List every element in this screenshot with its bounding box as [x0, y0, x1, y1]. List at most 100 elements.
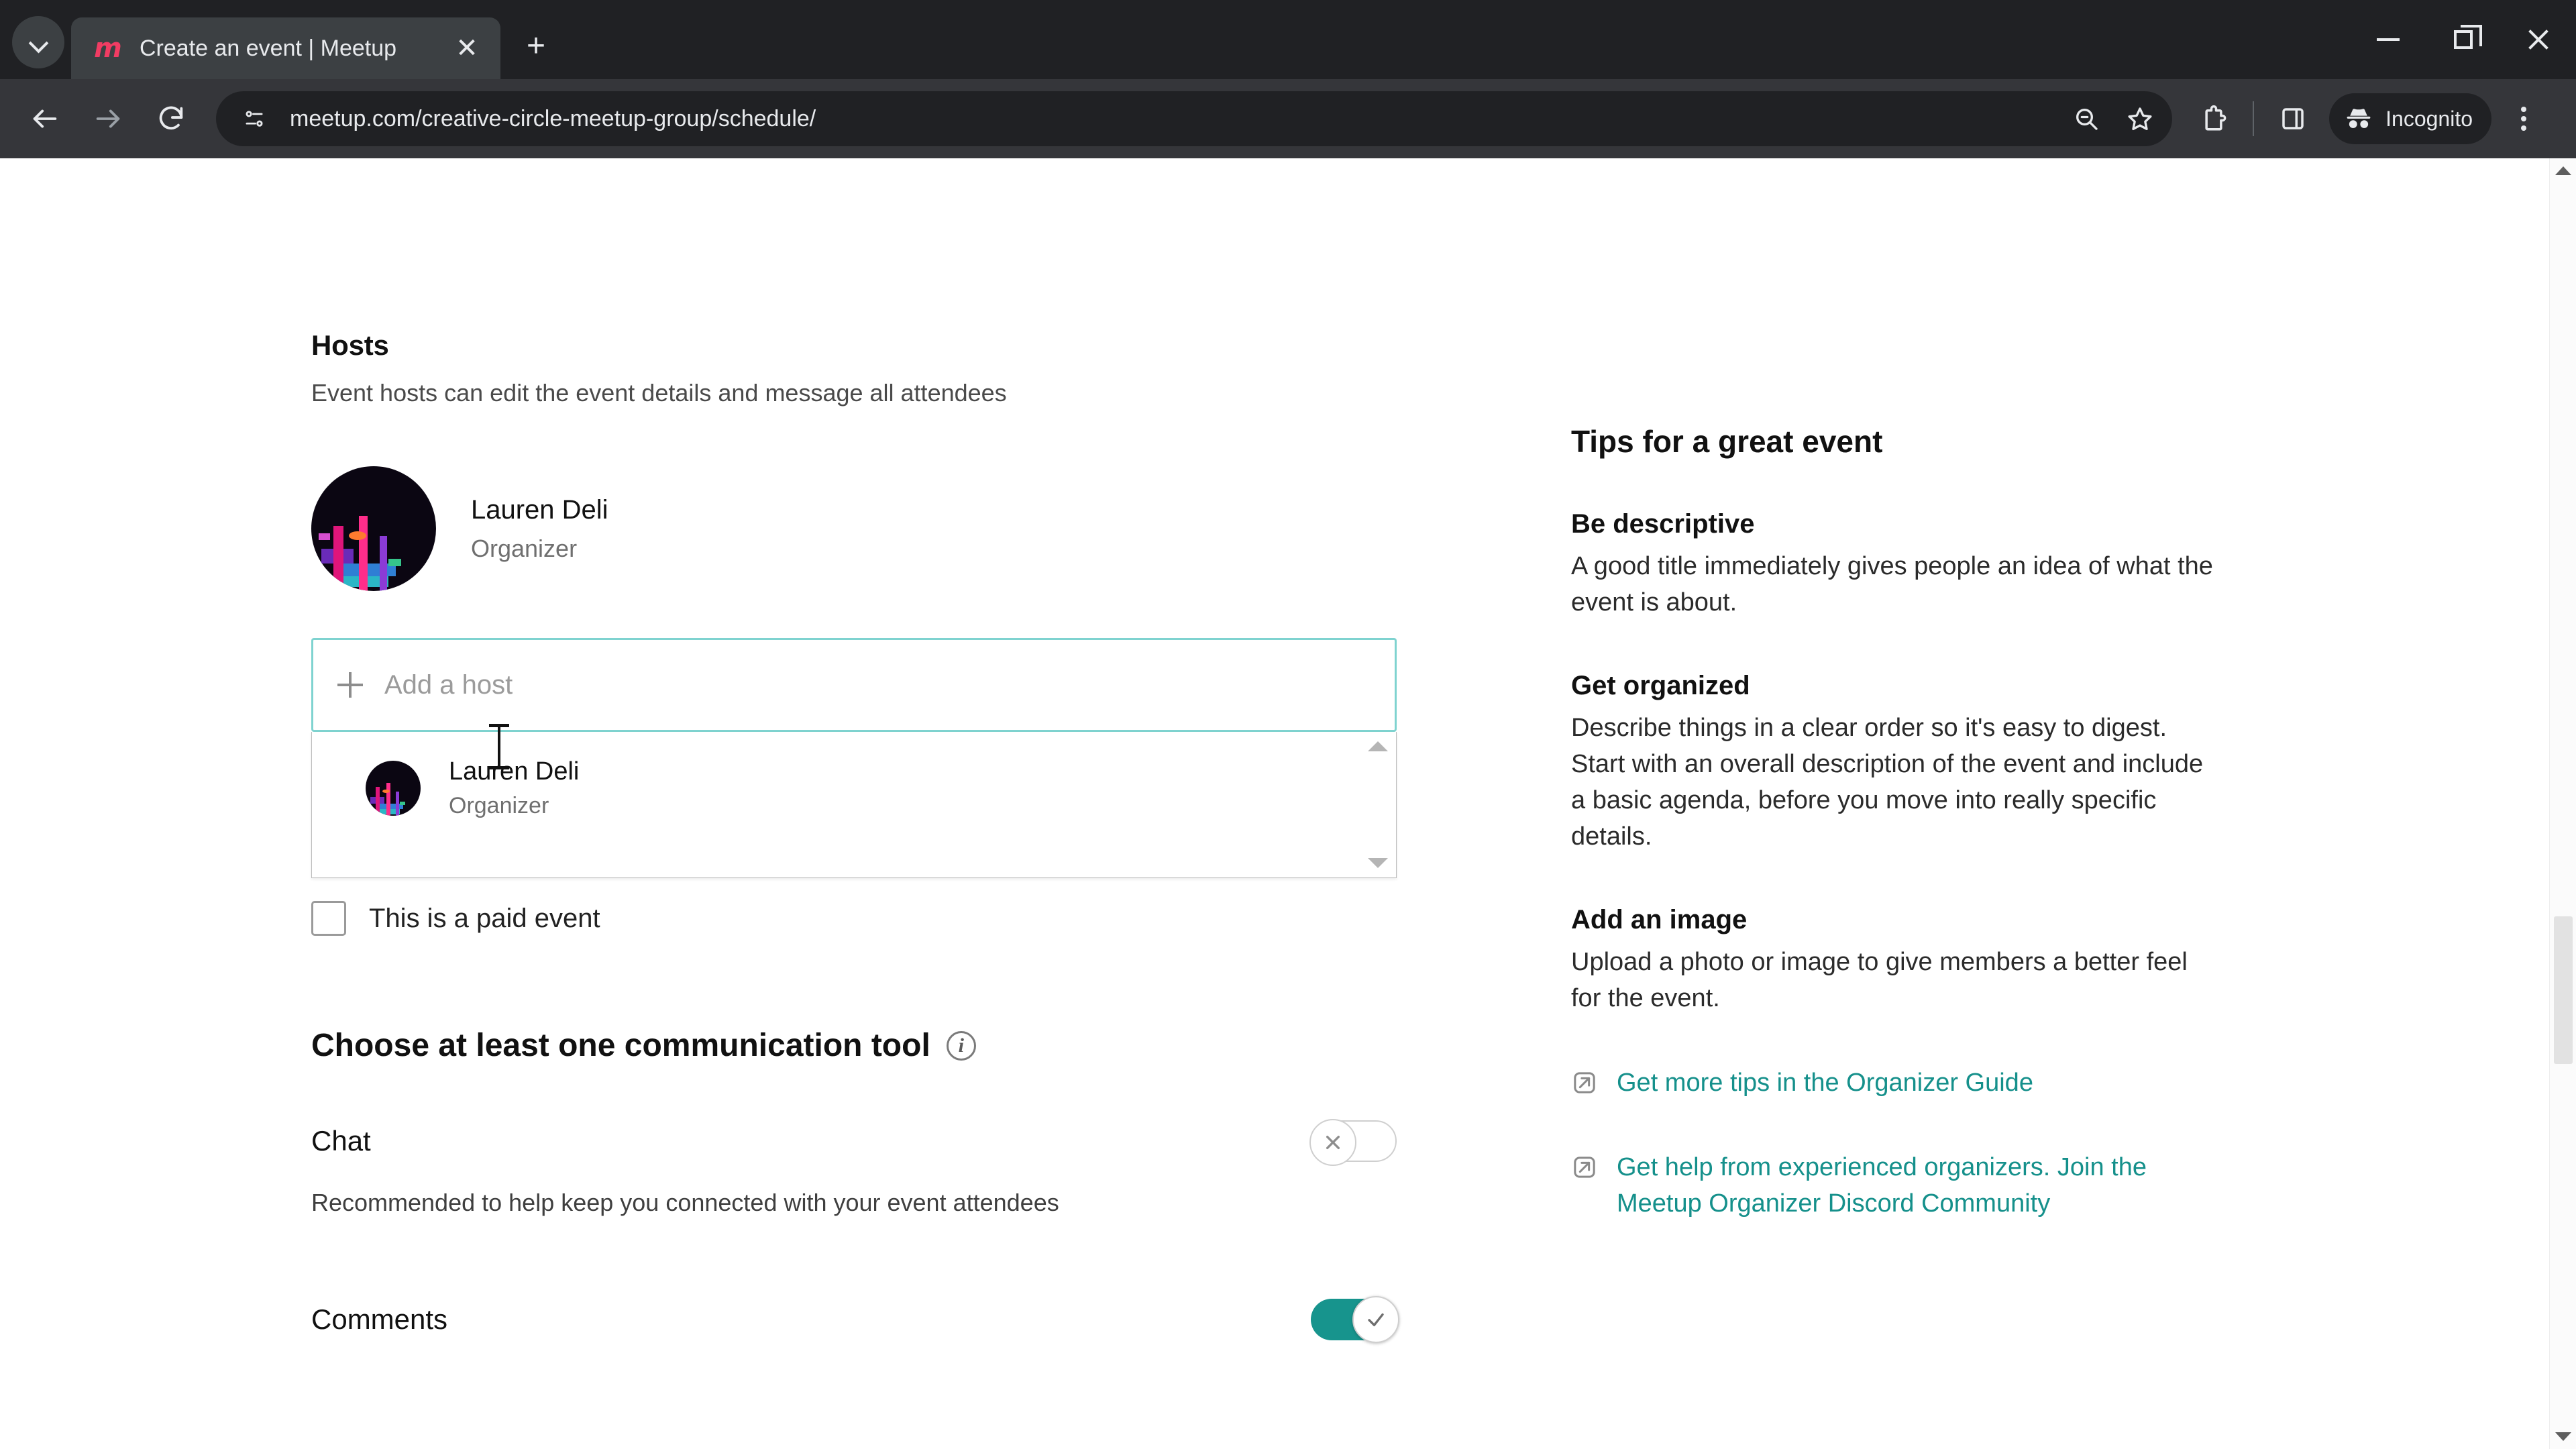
discord-community-link-label: Get help from experienced organizers. Jo…: [1617, 1152, 2147, 1218]
tip-body: A good title immediately gives people an…: [1571, 552, 2213, 616]
add-host-dropdown[interactable]: Lauren Deli Organizer: [311, 732, 1397, 878]
tab-strip: m Create an event | Meetup ✕ +: [0, 0, 2576, 79]
incognito-hat-icon: [2347, 109, 2371, 128]
toolbar-divider: [2253, 101, 2255, 136]
add-host-input[interactable]: Add a host: [311, 638, 1397, 732]
browser-toolbar: meetup.com/creative-circle-meetup-group/…: [0, 79, 2576, 158]
hosts-section-title: Hosts: [311, 329, 389, 361]
close-icon[interactable]: ✕: [448, 30, 486, 67]
external-link-icon: [1574, 1071, 1595, 1093]
tab-search-button[interactable]: [12, 16, 64, 68]
tool-description-chat: Recommended to help keep you connected w…: [311, 1189, 1059, 1216]
scroll-down-arrow-icon[interactable]: [2555, 1432, 2571, 1441]
restore-window-icon: [2454, 25, 2482, 49]
paid-event-label: This is a paid event: [369, 903, 600, 933]
chat-toggle[interactable]: [1309, 1119, 1397, 1166]
info-icon[interactable]: i: [946, 1030, 976, 1061]
toggle-knob: [1309, 1119, 1356, 1166]
browser-tab[interactable]: m Create an event | Meetup ✕: [71, 17, 500, 79]
tool-row-comments: Comments: [311, 1296, 1399, 1343]
hosts-section-subtitle: Event hosts can edit the event details a…: [311, 379, 1007, 407]
scroll-down-arrow-icon[interactable]: [1368, 858, 1388, 868]
site-settings-icon[interactable]: [233, 98, 275, 140]
add-host-combobox: Add a host Lauren Deli Organizer: [311, 638, 1397, 878]
plus-icon: [337, 672, 363, 698]
tip-item: Be descriptive A good title immediately …: [1571, 509, 2220, 621]
back-arrow-icon: [33, 109, 57, 128]
tip-body: Describe things in a clear order so it's…: [1571, 713, 2204, 851]
page-scrollbar[interactable]: [2549, 158, 2576, 1449]
back-button[interactable]: [13, 87, 76, 150]
tips-sidebar: Tips for a great event Be descriptive A …: [1536, 158, 2220, 1340]
scroll-up-arrow-icon[interactable]: [2555, 166, 2571, 175]
tool-name-comments: Comments: [311, 1303, 448, 1335]
three-dot-menu-icon[interactable]: [2496, 91, 2552, 147]
list-item-meta: Lauren Deli Organizer: [449, 757, 579, 819]
external-link-icon: [1574, 1156, 1595, 1178]
omnibox[interactable]: meetup.com/creative-circle-meetup-group/…: [216, 91, 2173, 146]
tip-item: Add an image Upload a photo or image to …: [1571, 905, 2220, 1017]
reload-icon: [159, 106, 183, 130]
extensions-puzzle-icon: [2205, 105, 2226, 131]
window-controls: [2351, 0, 2576, 79]
main-column: Hosts Event hosts can edit the event det…: [0, 158, 1536, 1343]
host-name: Lauren Deli: [471, 494, 608, 525]
organizer-guide-link-label: Get more tips in the Organizer Guide: [1617, 1068, 2033, 1097]
forward-button[interactable]: [76, 87, 140, 150]
star-bookmark-icon[interactable]: [2114, 93, 2165, 144]
tip-body: Upload a photo or image to give members …: [1571, 947, 2188, 1012]
paid-event-row: This is a paid event: [311, 901, 1536, 936]
browser-window: m Create an event | Meetup ✕ + meetup.co…: [0, 0, 2576, 1449]
toggle-off-x-icon: [1326, 1136, 1340, 1149]
list-item-name: Lauren Deli: [449, 757, 580, 786]
dropdown-scrollbar[interactable]: [1366, 732, 1389, 877]
tool-row-chat: Chat: [311, 1119, 1397, 1166]
reload-button[interactable]: [140, 87, 203, 150]
tool-name-chat: Chat: [311, 1125, 371, 1157]
list-item-role: Organizer: [449, 793, 549, 818]
minimize-button[interactable]: [2351, 0, 2426, 79]
scroll-up-arrow-icon[interactable]: [1368, 741, 1388, 751]
page-content: Hosts Event hosts can edit the event det…: [0, 158, 2549, 1449]
minimize-icon: [2377, 38, 2400, 41]
close-window-icon: [2526, 27, 2551, 52]
tip-item: Get organized Describe things in a clear…: [1571, 671, 2220, 855]
extensions-button[interactable]: [2186, 91, 2242, 147]
comments-toggle[interactable]: [1311, 1296, 1399, 1343]
host-meta: Lauren Deli Organizer: [471, 495, 608, 563]
list-item[interactable]: Lauren Deli Organizer: [312, 732, 1396, 819]
communication-title-text: Choose at least one communication tool: [311, 1028, 930, 1063]
close-window-button[interactable]: [2501, 0, 2576, 79]
add-host-placeholder: Add a host: [384, 669, 513, 700]
search-magnifier-icon[interactable]: [2061, 93, 2112, 144]
toggle-knob: [1352, 1296, 1399, 1343]
new-tab-plus-icon[interactable]: +: [513, 23, 559, 70]
host-role: Organizer: [471, 534, 578, 562]
tip-heading: Get organized: [1571, 670, 1750, 700]
tips-title: Tips for a great event: [1571, 424, 1883, 459]
page-viewport: Hosts Event hosts can edit the event det…: [0, 158, 2576, 1449]
organizer-guide-link[interactable]: Get more tips in the Organizer Guide: [1571, 1065, 2220, 1102]
toggle-on-check-icon: [1368, 1313, 1384, 1326]
two-column-layout: Hosts Event hosts can edit the event det…: [0, 158, 2536, 1343]
meetup-logo-icon: m: [94, 33, 122, 64]
url-text[interactable]: meetup.com/creative-circle-meetup-group/…: [290, 106, 2058, 132]
tip-heading: Add an image: [1571, 904, 1748, 934]
tab-title: Create an event | Meetup: [140, 35, 397, 61]
omnibox-actions: [2058, 93, 2165, 144]
side-panel-button[interactable]: [2265, 91, 2321, 147]
discord-community-link[interactable]: Get help from experienced organizers. Jo…: [1571, 1150, 2220, 1222]
avatar: [366, 761, 421, 816]
incognito-indicator[interactable]: Incognito: [2329, 93, 2491, 144]
paid-event-checkbox[interactable]: [311, 901, 346, 936]
scrollbar-thumb[interactable]: [2554, 916, 2573, 1064]
avatar: [311, 466, 436, 591]
incognito-label: Incognito: [2385, 106, 2473, 131]
tab-search-chevron-icon: [30, 34, 47, 51]
text-cursor: [489, 724, 509, 769]
maximize-button[interactable]: [2426, 0, 2501, 79]
scroll-content: Hosts Event hosts can edit the event det…: [0, 158, 2536, 1449]
forward-arrow-icon: [96, 109, 120, 128]
host-list-item: Lauren Deli Organizer: [311, 466, 1536, 591]
side-panel-icon: [2282, 108, 2304, 129]
